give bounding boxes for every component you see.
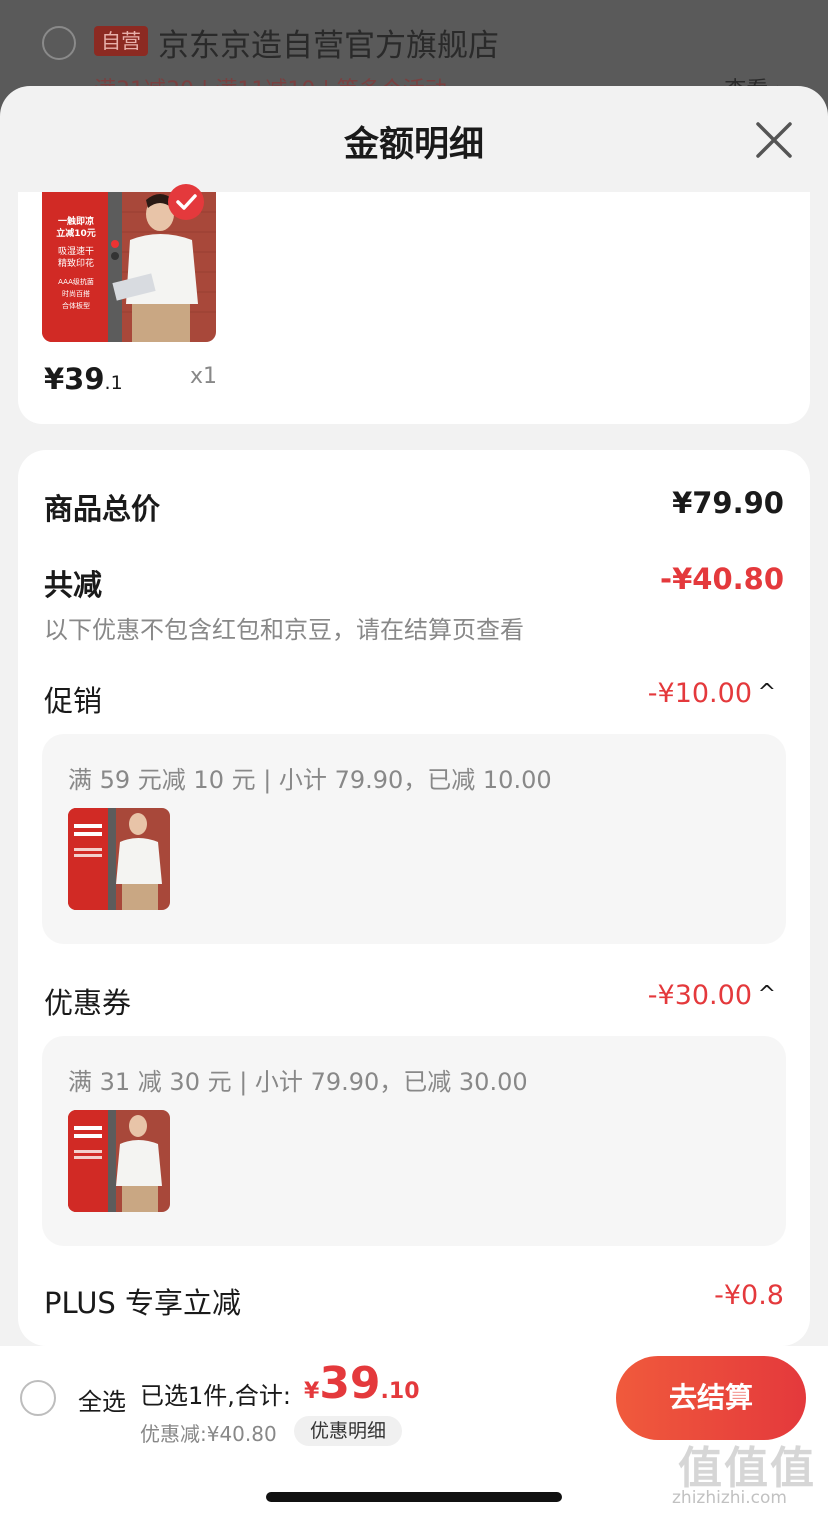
promotion-label: 促销 (44, 684, 103, 718)
promotion-product-thumb[interactable] (68, 808, 170, 910)
close-icon (756, 122, 792, 158)
total-reduce-value: -¥40.80 (660, 562, 784, 596)
plus-reduce-label: PLUS 专享立减 (44, 1286, 242, 1320)
select-all-radio[interactable] (20, 1380, 56, 1416)
watermark-glyphs: 值值值 (678, 1443, 816, 1494)
amount-detail-sheet: 金额明细 一触即凉 立减10元 吸湿速干 精致印花 AAA级抗菌 时尚百搭 合体… (0, 86, 828, 1520)
discount-detail-button[interactable]: 优惠明细 (294, 1416, 402, 1446)
checkmark-icon[interactable] (168, 184, 204, 220)
total-reduce-label: 共减 (44, 568, 103, 602)
checkout-total: ¥39.10 (304, 1358, 420, 1409)
coupon-product-thumb[interactable] (68, 1110, 170, 1212)
total-price-value: ¥79.90 (672, 486, 784, 520)
coupon-value[interactable]: -¥30.00 (648, 980, 752, 1011)
selected-count-label: 已选1件,合计: (140, 1382, 291, 1410)
sheet-title: 金额明细 (343, 125, 484, 165)
total-price-label: 商品总价 (44, 492, 161, 526)
select-all-label[interactable]: 全选 (78, 1382, 126, 1417)
self-operated-badge: 自营 (94, 26, 148, 56)
plus-reduce-value: -¥0.8 (714, 1280, 784, 1311)
store-select-radio (42, 26, 76, 60)
reduce-note: 以下优惠不包含红包和京豆，请在结算页查看 (44, 616, 524, 644)
product-price: ¥39.1 (44, 362, 123, 396)
coupon-detail-text: 满 31 减 30 元 | 小计 79.90，已减 30.00 (68, 1068, 528, 1096)
promotion-value[interactable]: -¥10.00 (648, 678, 752, 709)
promotion-detail-text: 满 59 元减 10 元 | 小计 79.90，已减 10.00 (68, 766, 552, 794)
discount-summary: 优惠减:¥40.80 (140, 1422, 277, 1446)
checkout-button[interactable]: 去结算 (616, 1356, 806, 1440)
store-name: 京东京造自营官方旗舰店 (158, 28, 499, 64)
sheet-header: 金额明细 (0, 86, 828, 192)
home-indicator[interactable] (266, 1492, 562, 1502)
watermark-logo: 值值值 zhizhizhi.com (672, 1432, 822, 1514)
close-button[interactable] (748, 114, 800, 166)
watermark-url: zhizhizhi.com (672, 1488, 787, 1508)
promotion-detail-box: 满 59 元减 10 元 | 小计 79.90，已减 10.00 (42, 734, 786, 944)
chevron-up-icon[interactable]: ^ (758, 982, 776, 1007)
image-overlay-text: 一触即凉 立减10元 吸湿速干 精致印花 AAA级抗菌 时尚百搭 合体板型 (56, 217, 96, 310)
amount-detail-card: 商品总价 ¥79.90 共减 -¥40.80 以下优惠不包含红包和京豆，请在结算… (18, 450, 810, 1346)
coupon-detail-box: 满 31 减 30 元 | 小计 79.90，已减 30.00 (42, 1036, 786, 1246)
product-quantity: x1 (190, 364, 218, 389)
product-card: 一触即凉 立减10元 吸湿速干 精致印花 AAA级抗菌 时尚百搭 合体板型 ¥3… (18, 184, 810, 424)
coupon-label: 优惠券 (44, 986, 132, 1020)
chevron-up-icon[interactable]: ^ (758, 680, 776, 705)
